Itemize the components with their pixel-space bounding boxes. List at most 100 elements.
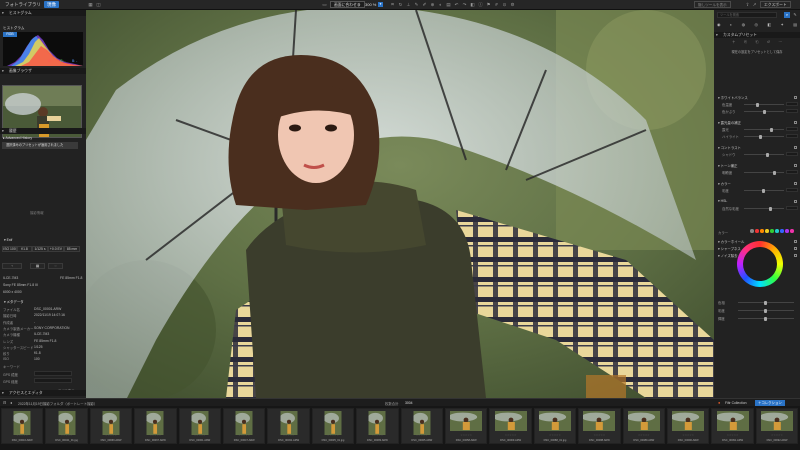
filmstrip-frame[interactable]: ☆☆☆☆☆ DSC_00089.ARW <box>622 408 665 444</box>
section-header[interactable]: ▾ HSL <box>718 199 727 203</box>
local-adjust-icon[interactable]: ✦ <box>781 22 784 28</box>
metadata-value[interactable]: SONY CORPORATION <box>34 326 69 330</box>
slider-value-field[interactable] <box>786 126 798 131</box>
export-button[interactable]: エクスポート <box>760 1 791 8</box>
rating-stars[interactable]: ☆☆☆☆☆ <box>91 434 131 437</box>
rating-stars[interactable]: ☆☆☆☆☆ <box>224 434 264 437</box>
slider-value-field[interactable] <box>786 101 798 106</box>
filter-icon[interactable]: ⊟ <box>3 400 6 405</box>
gradient-icon[interactable]: ▤ <box>446 2 451 7</box>
rating-stars[interactable]: ☆☆☆☆☆ <box>446 434 486 437</box>
redo-icon[interactable]: ↷ <box>462 2 467 7</box>
slider-knob[interactable] <box>769 206 772 211</box>
wheel-hue-slider[interactable] <box>738 300 794 305</box>
slider-knob[interactable] <box>759 134 762 139</box>
slider-value-field[interactable] <box>786 133 798 138</box>
eyedropper-icon[interactable]: ✐ <box>422 2 427 7</box>
reset-icon[interactable]: ↺ <box>767 40 770 44</box>
slider-knob[interactable] <box>762 188 765 193</box>
section-header[interactable]: ▾ シャープネス <box>718 246 741 251</box>
filmstrip-frame[interactable]: ☆☆☆☆☆ DSC_00083.ARW <box>356 408 399 444</box>
section-toggle-checkbox[interactable] <box>794 120 797 124</box>
zoom-in-icon[interactable]: + <box>357 2 362 7</box>
color-swatch[interactable] <box>760 229 764 233</box>
rotate-icon[interactable]: ↻ <box>398 2 403 7</box>
slider-knob[interactable] <box>764 308 767 313</box>
presets-icon[interactable]: ▤ <box>793 22 797 28</box>
color-wheel[interactable] <box>737 241 783 287</box>
navigator-header[interactable]: ▾ ヒストグラム <box>0 10 86 16</box>
section-toggle-checkbox[interactable] <box>794 253 797 257</box>
compare-icon[interactable]: ◧ <box>470 2 475 7</box>
more-icon[interactable]: ⋯ <box>779 40 783 44</box>
detail-icon[interactable]: ◎ <box>755 22 759 28</box>
color-swatch[interactable] <box>785 229 789 233</box>
metadata-value[interactable]: DSC_00001.ARW <box>34 307 61 311</box>
panel-toggle-icon[interactable]: ▭ <box>322 2 327 7</box>
main-image-view[interactable] <box>86 10 714 398</box>
filmstrip-frame[interactable]: ☆☆☆☆☆ DSC_00092.ARW <box>755 408 799 444</box>
edit-icon[interactable]: ✎ <box>792 12 798 18</box>
wheel-lum-slider[interactable] <box>738 316 794 321</box>
filmstrip-frame[interactable]: ☆☆☆☆☆ DSC_00047.ARW <box>223 408 266 444</box>
filmstrip-frame[interactable]: ☆☆☆☆☆ DSC_00005.ARW <box>400 408 443 444</box>
slider-value-field[interactable] <box>786 108 798 113</box>
export-icon[interactable]: ↗ <box>752 2 757 7</box>
rating-stars[interactable]: ☆☆☆☆☆ <box>624 434 664 437</box>
adjust-slider[interactable] <box>744 134 784 139</box>
preset-header[interactable]: ▾ カスタムプリセット <box>714 32 800 38</box>
rating-stars[interactable]: ☆☆☆☆☆ <box>535 434 575 437</box>
section-header[interactable]: ▾ カラー <box>718 181 731 186</box>
adjust-slider[interactable] <box>744 109 784 114</box>
copy-icon[interactable]: ⎘ <box>744 40 747 44</box>
section-header[interactable]: ▾ カラーホイール <box>718 239 744 244</box>
crop-icon[interactable]: ⌗ <box>390 2 395 7</box>
rating-stars[interactable]: ☆☆☆☆☆ <box>579 434 619 437</box>
metadata-value[interactable]: 1/125 <box>34 345 43 349</box>
metadata-value[interactable]: FE 85mm F1.8 <box>34 339 56 343</box>
section-header[interactable]: ▾ 露光量の補正 <box>718 120 741 125</box>
history-group[interactable]: ▸ Advanced History <box>3 136 32 140</box>
filmstrip-frame[interactable]: ☆☆☆☆☆ DSC_00058.ARW <box>445 408 488 444</box>
add-icon[interactable]: ＋ <box>732 40 736 44</box>
gps-lon-field[interactable] <box>34 378 72 383</box>
color-swatch[interactable] <box>755 229 759 233</box>
access-editor-header[interactable]: ▾ アクセスとエディタ <box>0 390 86 396</box>
mask-icon[interactable]: ◐ <box>438 2 443 7</box>
paste-icon[interactable]: ⎗ <box>756 40 759 44</box>
color-icon[interactable]: ◍ <box>742 22 746 28</box>
filmstrip-frame[interactable]: ☆☆☆☆☆ DSC_00067.ARW <box>134 408 177 444</box>
exif-header[interactable]: ▾ Exif <box>4 238 12 242</box>
color-swatch[interactable] <box>780 229 784 233</box>
section-header[interactable]: ▾ ホワイトバランス <box>718 95 748 100</box>
brush-icon[interactable]: ✎ <box>414 2 419 7</box>
rating-stars[interactable]: ☆☆☆☆☆ <box>757 434 797 437</box>
metadata-value[interactable]: - <box>34 320 35 324</box>
section-toggle-checkbox[interactable] <box>794 163 797 167</box>
section-toggle-checkbox[interactable] <box>794 181 797 185</box>
search-icon[interactable]: ⌕ <box>784 12 790 18</box>
info-icon[interactable]: ⓘ <box>478 2 483 7</box>
filmstrip-frame[interactable]: ☆☆☆☆☆ DSC_00090.ARW <box>667 408 710 444</box>
color-swatch[interactable] <box>775 229 779 233</box>
back-icon[interactable]: ◂ <box>10 400 12 405</box>
compare-view-icon[interactable]: ◫ <box>96 2 101 7</box>
flag-icon[interactable]: ⚑ <box>486 2 491 7</box>
rating-stars[interactable]: ☆☆☆☆☆ <box>180 434 220 437</box>
adjust-slider[interactable] <box>744 152 784 157</box>
gps-lat-field[interactable] <box>34 371 72 376</box>
color-swatch[interactable] <box>765 229 769 233</box>
adjust-slider[interactable] <box>744 188 784 193</box>
share-icon[interactable]: ⇪ <box>745 2 750 7</box>
slider-knob[interactable] <box>773 170 776 175</box>
color-swatch[interactable] <box>750 229 754 233</box>
adjust-slider[interactable] <box>744 170 784 175</box>
filmstrip-frame[interactable]: ☆☆☆☆☆ DSC_00091.ARW <box>711 408 754 444</box>
section-header[interactable]: ▾ トーン補正 <box>718 163 737 168</box>
histogram-mode[interactable]: RGB <box>3 32 17 37</box>
slider-knob[interactable] <box>756 102 759 107</box>
rating-stars[interactable]: ☆☆☆☆☆ <box>2 434 42 437</box>
rating-stars[interactable]: ☆☆☆☆☆ <box>712 434 752 437</box>
filmstrip-frame[interactable]: ☆☆☆☆☆ DSC_00031.ARW <box>267 408 310 444</box>
add-collection-button[interactable]: ＋コレクション <box>755 399 785 406</box>
